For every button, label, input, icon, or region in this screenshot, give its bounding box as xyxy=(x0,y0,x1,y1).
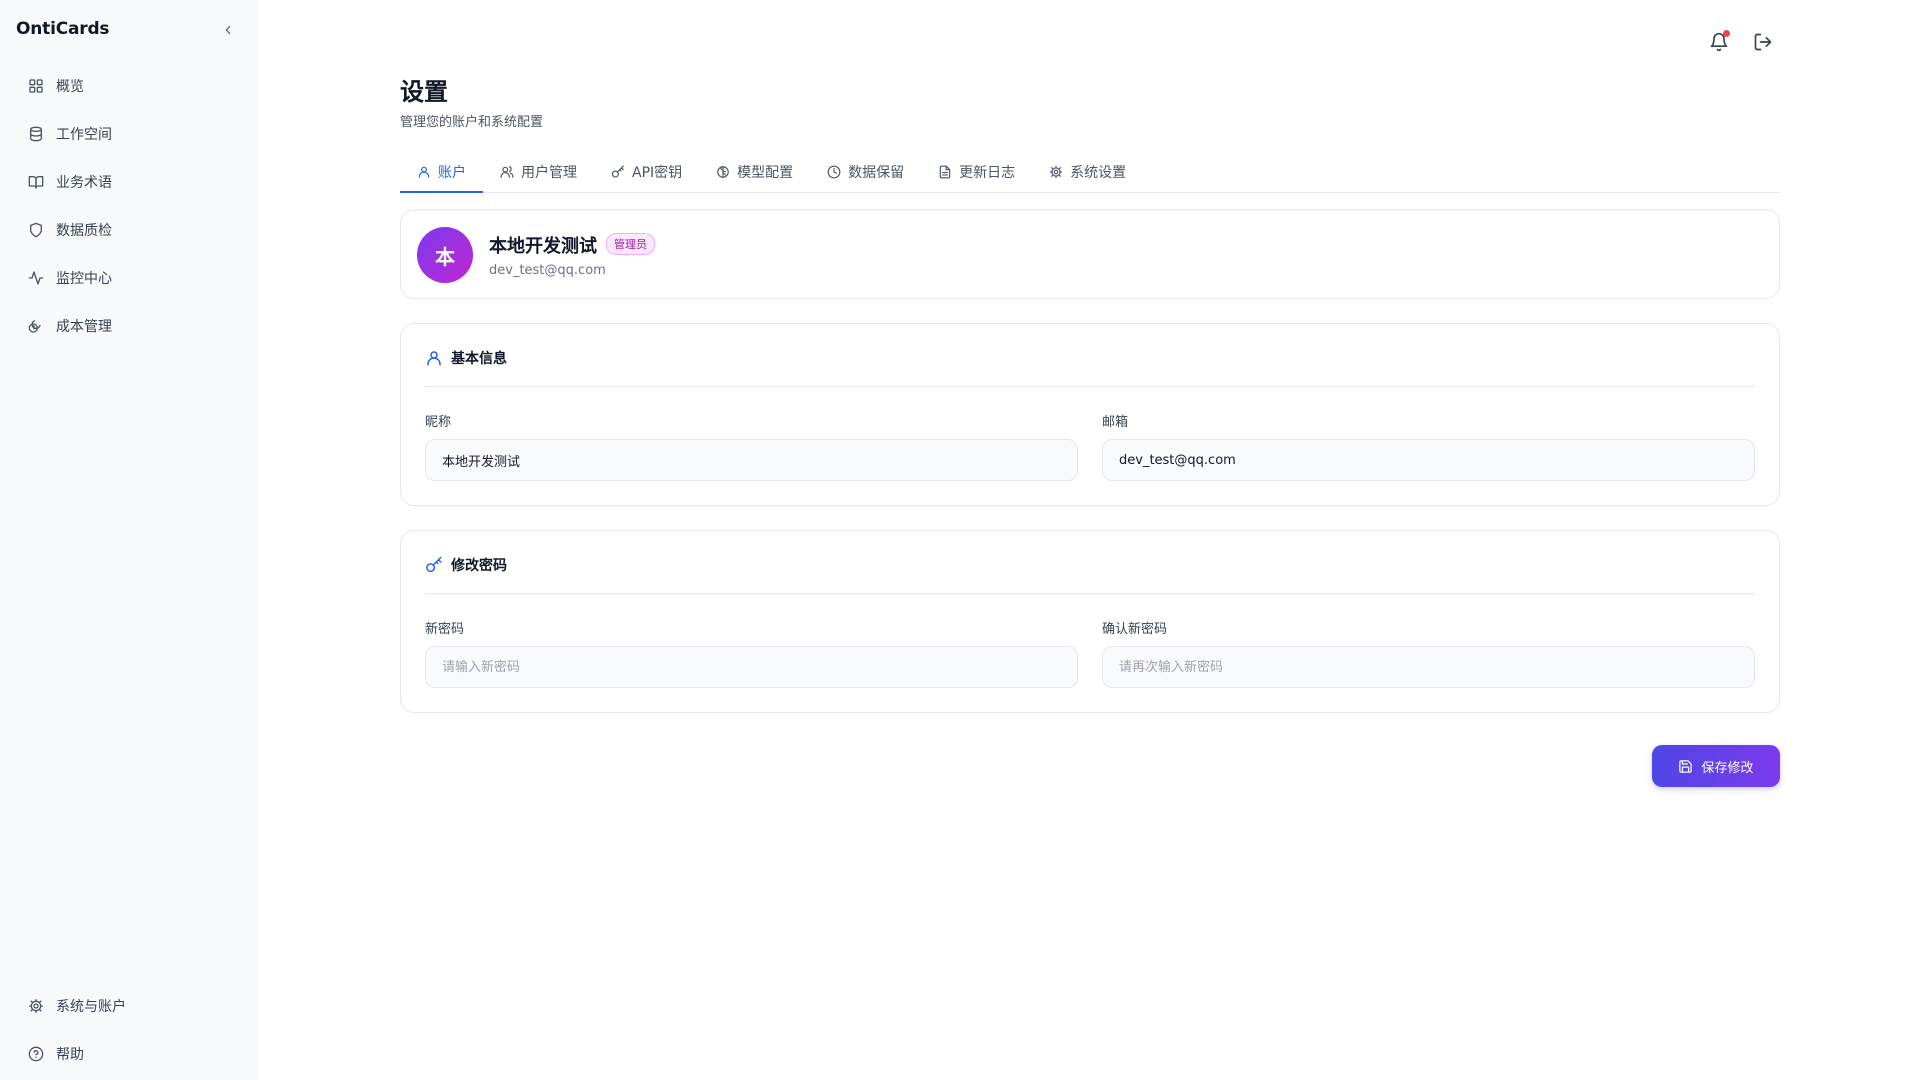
collapse-sidebar-button[interactable] xyxy=(218,20,238,40)
notifications-button[interactable] xyxy=(1707,30,1731,54)
tab-label: 更新日志 xyxy=(959,164,1016,181)
tab-account[interactable]: 账户 xyxy=(400,152,483,193)
app-logo[interactable]: OntiCards xyxy=(16,19,110,39)
tab-label: 模型配置 xyxy=(737,164,794,181)
brain-icon xyxy=(717,165,729,178)
user-icon xyxy=(418,166,430,178)
sidebar-item-glossary[interactable]: 业务术语 xyxy=(0,158,259,206)
profile-email: dev_test@qq.com xyxy=(489,263,606,278)
chevron-left-icon xyxy=(225,25,231,35)
tab-label: 数据保留 xyxy=(848,164,905,181)
sidebar-bottom-nav: 系统与账户 帮助 xyxy=(0,982,259,1078)
sidebar-item-label: 工作空间 xyxy=(56,127,112,143)
sidebar-item-overview[interactable]: 概览 xyxy=(0,62,259,110)
logout-button[interactable] xyxy=(1751,30,1775,54)
key-icon xyxy=(611,165,624,178)
grid-icon xyxy=(29,79,43,93)
sidebar: OntiCards 概览 工作空间 业务术语 数据质检 监控中心 成本管理 系统… xyxy=(0,0,259,1080)
new-password-input[interactable] xyxy=(425,646,1078,688)
gear-icon xyxy=(29,999,43,1013)
sidebar-item-label: 监控中心 xyxy=(56,271,112,287)
tab-system-settings[interactable]: 系统设置 xyxy=(1032,152,1143,193)
nickname-input[interactable] xyxy=(425,439,1078,481)
settings-tabs: 账户 用户管理 API密钥 模型配置 数据保留 更新日志 系统设置 xyxy=(400,152,1780,193)
sidebar-nav: 概览 工作空间 业务术语 数据质检 监控中心 成本管理 xyxy=(0,62,259,350)
sidebar-item-cost[interactable]: 成本管理 xyxy=(0,302,259,350)
role-badge: 管理员 xyxy=(606,233,655,255)
change-password-header: 修改密码 xyxy=(425,555,507,575)
confirm-password-label: 确认新密码 xyxy=(1102,622,1168,637)
tab-model-config[interactable]: 模型配置 xyxy=(699,152,810,193)
save-button[interactable]: 保存修改 xyxy=(1652,745,1780,787)
logout-icon xyxy=(1754,33,1772,51)
database-icon xyxy=(30,126,42,142)
file-text-icon xyxy=(939,165,951,178)
profile-name: 本地开发测试 xyxy=(489,236,597,257)
sidebar-item-monitoring[interactable]: 监控中心 xyxy=(0,254,259,302)
sidebar-item-label: 帮助 xyxy=(56,1047,84,1063)
change-password-card: 修改密码 新密码 确认新密码 xyxy=(400,530,1780,713)
section-divider xyxy=(425,386,1755,387)
email-label: 邮箱 xyxy=(1102,415,1129,430)
profile-card: 本 本地开发测试 管理员 dev_test@qq.com xyxy=(400,209,1780,299)
tab-data-retention[interactable]: 数据保留 xyxy=(810,152,921,193)
clock-icon xyxy=(827,165,841,178)
sidebar-item-label: 系统与账户 xyxy=(56,999,126,1015)
page-title: 设置 xyxy=(400,78,448,106)
tab-label: 账户 xyxy=(438,164,466,181)
tab-label: 系统设置 xyxy=(1070,164,1127,181)
gear-icon xyxy=(1050,165,1063,178)
email-input[interactable] xyxy=(1102,439,1755,481)
sidebar-item-data-quality[interactable]: 数据质检 xyxy=(0,206,259,254)
tab-changelog[interactable]: 更新日志 xyxy=(921,152,1032,193)
sidebar-item-label: 数据质检 xyxy=(56,223,112,239)
confirm-password-input[interactable] xyxy=(1102,646,1755,688)
save-button-label: 保存修改 xyxy=(1701,760,1754,776)
notification-dot xyxy=(1723,30,1730,37)
shield-icon xyxy=(30,222,42,238)
book-icon xyxy=(28,176,44,189)
new-password-label: 新密码 xyxy=(425,622,465,637)
sidebar-item-label: 概览 xyxy=(56,79,84,95)
key-icon xyxy=(426,556,442,573)
help-circle-icon xyxy=(28,1046,44,1062)
sidebar-item-help[interactable]: 帮助 xyxy=(0,1030,259,1078)
users-icon xyxy=(500,165,514,178)
tab-user-management[interactable]: 用户管理 xyxy=(483,152,594,193)
basic-info-header: 基本信息 xyxy=(425,348,507,368)
section-title: 基本信息 xyxy=(451,351,507,367)
tab-label: API密钥 xyxy=(632,164,683,181)
sidebar-item-label: 业务术语 xyxy=(56,175,112,191)
tab-api-keys[interactable]: API密钥 xyxy=(594,152,699,193)
basic-info-card: 基本信息 昵称 邮箱 xyxy=(400,323,1780,506)
section-divider xyxy=(425,593,1755,594)
avatar: 本 xyxy=(417,227,473,283)
save-icon xyxy=(1679,759,1693,773)
nickname-label: 昵称 xyxy=(425,415,452,430)
user-icon xyxy=(427,351,441,366)
sidebar-item-workspace[interactable]: 工作空间 xyxy=(0,110,259,158)
sidebar-item-label: 成本管理 xyxy=(56,319,112,335)
page-subtitle: 管理您的账户和系统配置 xyxy=(400,115,544,130)
section-title: 修改密码 xyxy=(451,558,507,574)
sidebar-item-system-account[interactable]: 系统与账户 xyxy=(0,982,259,1030)
activity-icon xyxy=(28,271,44,285)
tab-label: 用户管理 xyxy=(521,164,577,181)
coins-icon xyxy=(28,320,41,333)
